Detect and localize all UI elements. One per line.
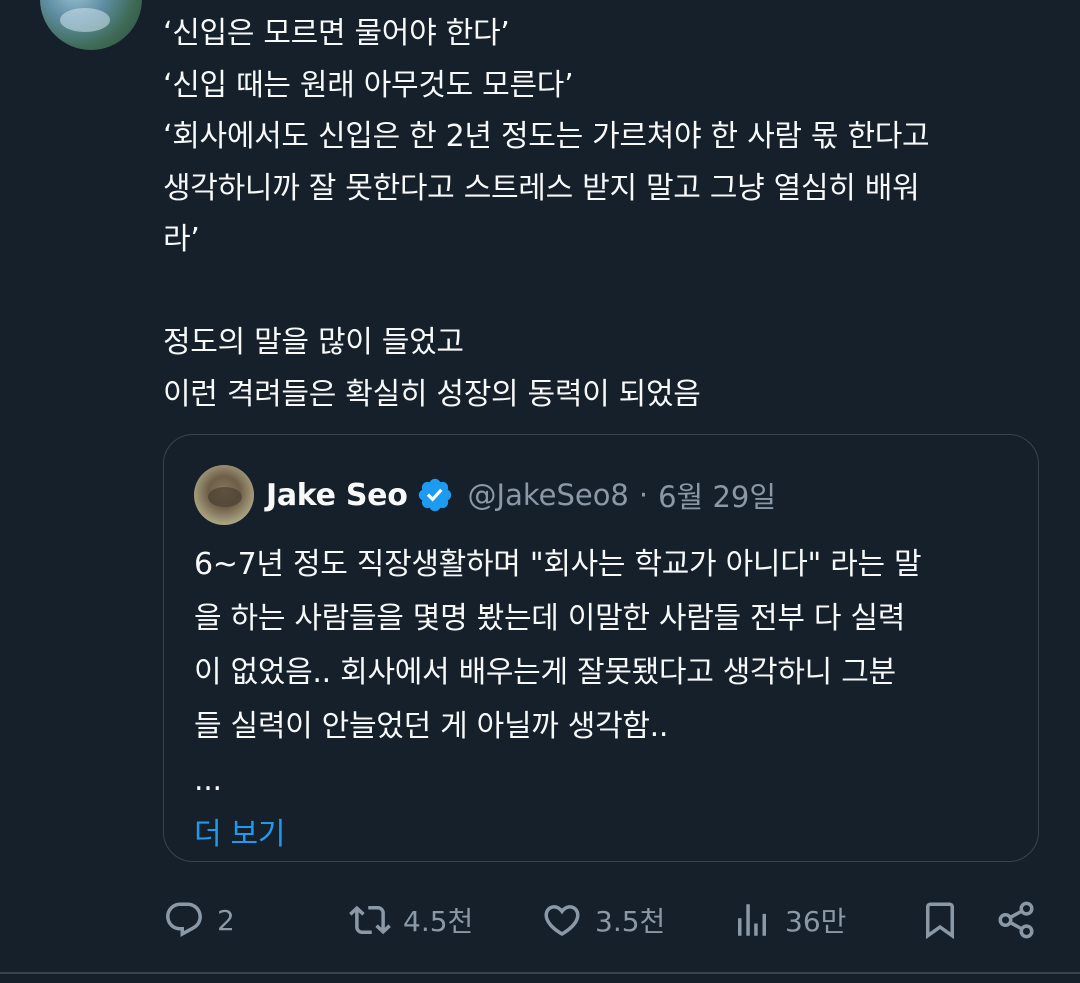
author-avatar[interactable] <box>40 0 142 50</box>
quoted-tweet-header: Jake Seo @JakeSeo8 · 6월 29일 <box>194 465 776 525</box>
quoted-tweet-date[interactable]: 6월 29일 <box>658 474 776 516</box>
paragraph-break <box>163 266 1043 318</box>
tweet-text-line: ‘회사에서도 신입은 한 2년 정도는 가르쳐야 한 사람 몫 한다고 <box>163 119 930 154</box>
like-button[interactable]: 3.5천 <box>541 890 665 950</box>
tweet-text-line: ‘신입은 모르면 물어야 한다’ <box>163 16 510 51</box>
reply-count: 2 <box>217 903 235 937</box>
quoted-text-line: 을 하는 사람들을 몇명 봤는데 이말한 사람들 전부 다 실력 <box>194 601 906 636</box>
show-more-link[interactable]: 더 보기 <box>194 808 1014 862</box>
quoted-author-handle[interactable]: @JakeSeo8 <box>468 478 629 512</box>
reply-icon <box>166 902 202 937</box>
views-icon <box>738 904 766 936</box>
quoted-tweet-card[interactable]: Jake Seo @JakeSeo8 · 6월 29일 6~7년 정도 직장생활… <box>163 434 1039 862</box>
retweet-count: 4.5천 <box>403 905 474 938</box>
bottom-divider <box>0 972 1080 974</box>
quoted-author-avatar[interactable] <box>194 465 254 525</box>
tweet-text-line: 정도의 말을 많이 들었고 <box>163 325 464 360</box>
bookmark-icon <box>926 902 954 940</box>
retweet-icon <box>349 905 391 935</box>
views-count: 36만 <box>785 905 847 938</box>
share-button[interactable] <box>995 890 1037 950</box>
quoted-text-line: 이 없었음.. 회사에서 배우는게 잘못됐다고 생각하니 그분 <box>194 655 896 690</box>
tweet-text-line: ‘신입 때는 원래 아무것도 모른다’ <box>163 67 574 103</box>
retweet-button[interactable]: 4.5천 <box>349 890 473 950</box>
tweet-text-line: 생각하니까 잘 못한다고 스트레스 받지 말고 그냥 열심히 배워 <box>163 170 920 206</box>
quoted-text-line: 들 실력이 안늘었던 게 아닐까 생각함.. <box>194 709 669 744</box>
like-count: 3.5천 <box>595 905 666 938</box>
heart-icon <box>544 905 580 937</box>
separator-dot: · <box>638 478 649 512</box>
reply-button[interactable]: 2 <box>163 890 235 950</box>
verified-badge-icon <box>418 478 451 512</box>
tweet-text-line: 이런 격려들은 확실히 성장의 동력이 되었음 <box>163 376 701 412</box>
tweet-text: ‘신입은 모르면 물어야 한다’ ‘신입 때는 원래 아무것도 모른다’ ‘회사… <box>163 8 1043 420</box>
quoted-tweet-body: 6~7년 정도 직장생활하며 "회사는 학교가 아니다" 라는 말 을 하는 사… <box>194 538 1014 862</box>
tweet-text-line: 라’ <box>163 222 200 257</box>
quoted-author-name[interactable]: Jake Seo <box>266 478 408 513</box>
quoted-text-ellipsis: ... <box>194 763 222 798</box>
share-icon <box>998 901 1034 939</box>
tweet-action-bar: 2 4.5천 3.5천 36만 <box>163 890 1043 950</box>
views-button[interactable]: 36만 <box>731 890 846 950</box>
bookmark-button[interactable] <box>919 890 961 950</box>
quoted-text-line: 6~7년 정도 직장생활하며 "회사는 학교가 아니다" 라는 말 <box>194 547 922 582</box>
